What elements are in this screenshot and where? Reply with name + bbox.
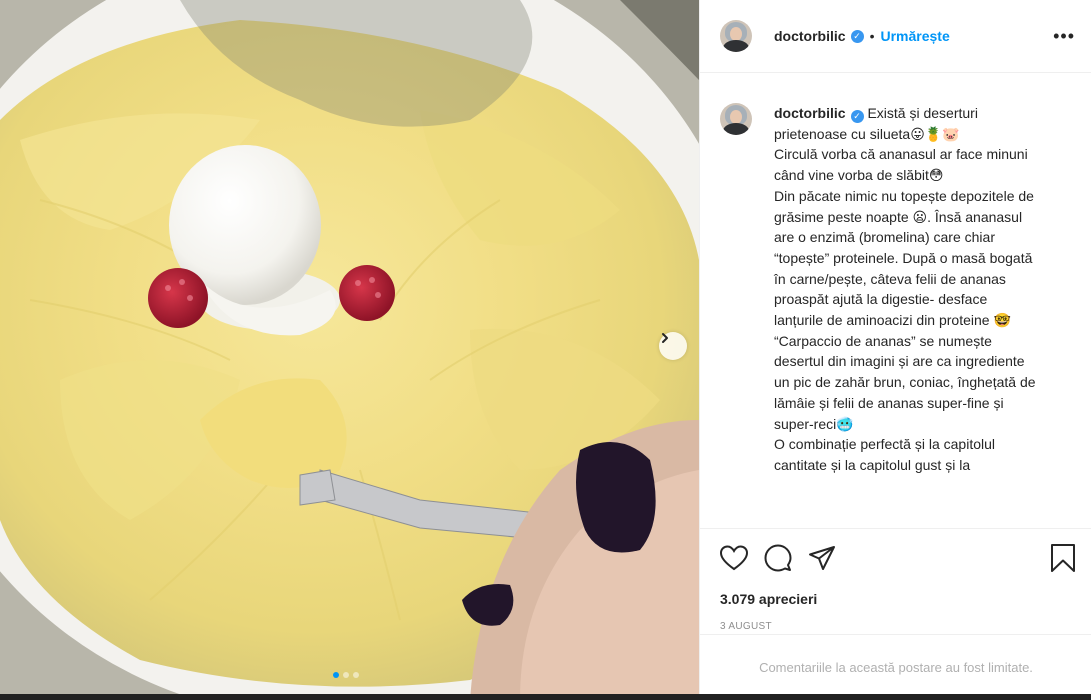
avatar[interactable] bbox=[720, 20, 752, 52]
carousel-dot bbox=[343, 672, 349, 678]
likes-count[interactable]: 3.079 aprecieri bbox=[720, 591, 1076, 607]
action-icons bbox=[720, 543, 1076, 573]
caption-line: “Carpaccio de ananas” se numește desertu… bbox=[774, 332, 1036, 432]
verified-icon: ✓ bbox=[850, 109, 864, 123]
carousel-dot bbox=[333, 672, 339, 678]
post-date[interactable]: 3 AUGUST bbox=[720, 621, 1076, 632]
share-icon[interactable] bbox=[808, 545, 836, 571]
heart-icon[interactable] bbox=[720, 545, 748, 571]
post-photo[interactable] bbox=[0, 0, 699, 700]
carousel-indicator bbox=[333, 672, 359, 678]
username-link[interactable]: doctorbilic bbox=[774, 28, 846, 44]
comments-limited-notice: Comentariile la această postare au fost … bbox=[700, 634, 1091, 700]
avatar[interactable] bbox=[720, 103, 752, 135]
post-caption: doctorbilic ✓ Există și deserturi prieten… bbox=[774, 103, 1036, 528]
carousel-dot bbox=[353, 672, 359, 678]
caption-line: Din păcate nimic nu topește depozitele d… bbox=[774, 187, 1034, 329]
caption-line: O combinație perfectă și la capitolul ca… bbox=[774, 436, 995, 473]
caption-line: Circulă vorba că ananasul ar face minuni… bbox=[774, 146, 1028, 184]
post-header: doctorbilic ✓ • Urmărește ••• bbox=[700, 0, 1091, 73]
dessert-photo bbox=[0, 0, 699, 700]
post-side-panel: doctorbilic ✓ • Urmărește ••• doctorbili… bbox=[699, 0, 1091, 700]
post-actions: 3.079 aprecieri 3 AUGUST bbox=[700, 528, 1091, 632]
more-icon[interactable]: ••• bbox=[1053, 26, 1075, 47]
bottom-edge bbox=[0, 694, 1091, 700]
next-image-button[interactable] bbox=[659, 332, 687, 360]
separator: • bbox=[869, 28, 875, 44]
caption-username[interactable]: doctorbilic bbox=[774, 105, 846, 121]
bookmark-icon[interactable] bbox=[1050, 543, 1076, 573]
follow-button[interactable]: Urmărește bbox=[880, 28, 949, 44]
verified-icon: ✓ bbox=[850, 29, 864, 43]
chevron-right-icon bbox=[662, 333, 668, 343]
comment-icon[interactable] bbox=[764, 544, 792, 572]
caption-area: doctorbilic ✓ Există și deserturi prieten… bbox=[700, 73, 1091, 528]
